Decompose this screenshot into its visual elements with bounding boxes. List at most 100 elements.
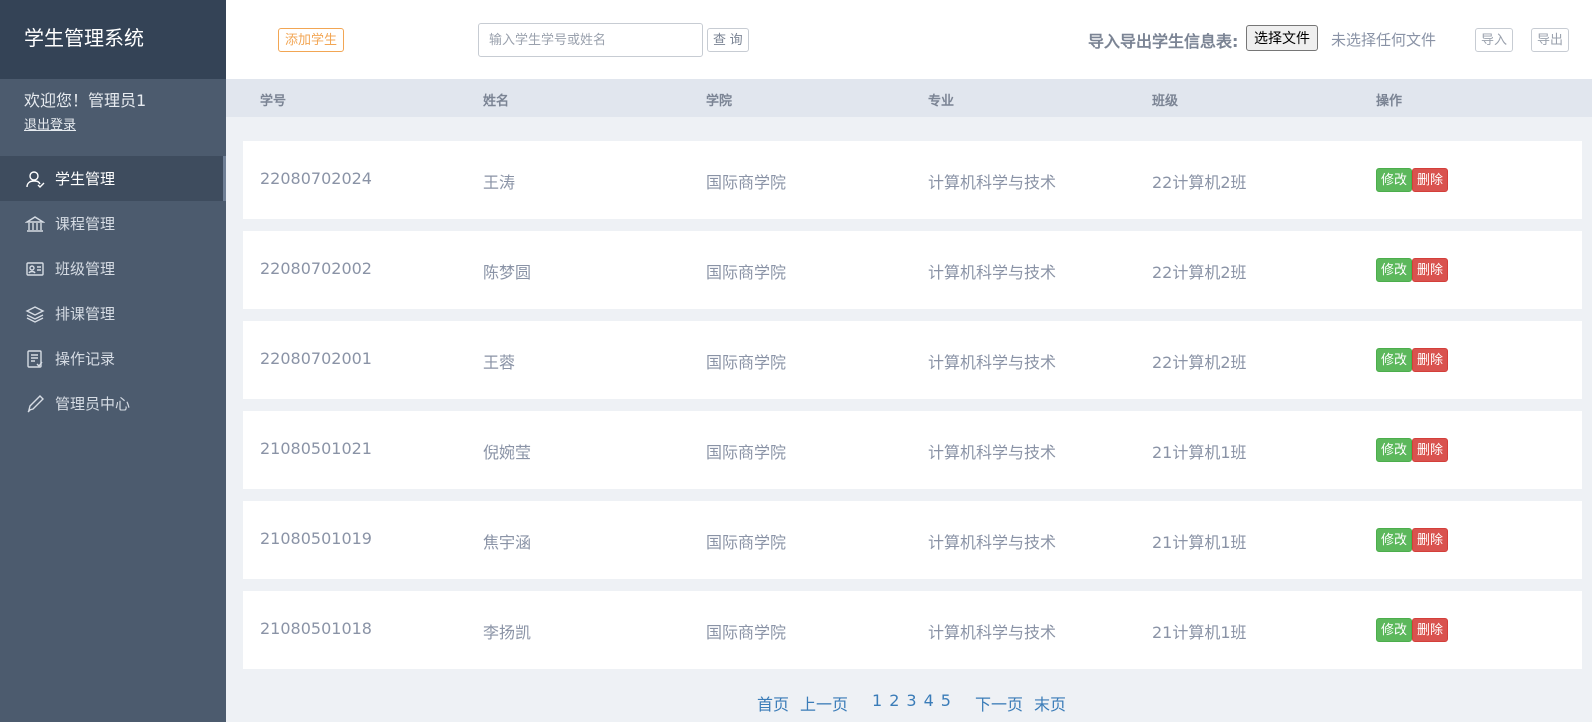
delete-button[interactable]: 删除: [1412, 528, 1449, 552]
cell-college: 国际商学院: [706, 353, 787, 372]
table-header: 学号 姓名 学院 专业 班级 操作: [226, 79, 1592, 117]
row-actions: 修改 删除: [1376, 528, 1449, 552]
table-row: 21080501019 焦宇涵 国际商学院 计算机科学与技术 21计算机1班 修…: [243, 501, 1582, 579]
search-input[interactable]: [478, 23, 703, 57]
export-button[interactable]: 导出: [1531, 28, 1570, 52]
id-card-icon: [25, 259, 45, 279]
cell-class: 22计算机2班: [1152, 173, 1247, 192]
header-class: 班级: [1152, 94, 1179, 109]
cell-id: 22080702002: [260, 259, 372, 278]
sidebar-item-log[interactable]: 操作记录: [0, 336, 226, 381]
welcome-text: 欢迎您！管理员1: [24, 91, 147, 110]
row-actions: 修改 删除: [1376, 258, 1449, 282]
sidebar-item-student[interactable]: 学生管理: [0, 156, 226, 201]
cell-college: 国际商学院: [706, 263, 787, 282]
cell-name: 王蓉: [483, 353, 516, 372]
sidebar-item-label: 操作记录: [55, 350, 116, 368]
cell-id: 21080501019: [260, 529, 372, 548]
edit-button[interactable]: 修改: [1376, 438, 1413, 462]
sidebar-item-label: 班级管理: [55, 260, 116, 278]
sidebar-item-label: 排课管理: [55, 305, 116, 323]
import-export-label: 导入导出学生信息表:: [1088, 32, 1239, 51]
header-actions: 操作: [1376, 94, 1403, 109]
first-page-link[interactable]: 首页: [757, 691, 789, 715]
row-actions: 修改 删除: [1376, 438, 1449, 462]
cell-college: 国际商学院: [706, 173, 787, 192]
table-row: 22080702001 王蓉 国际商学院 计算机科学与技术 22计算机2班 修改…: [243, 321, 1582, 399]
delete-button[interactable]: 删除: [1412, 348, 1449, 372]
cell-major: 计算机科学与技术: [928, 623, 1057, 642]
delete-button[interactable]: 删除: [1412, 258, 1449, 282]
edit-button[interactable]: 修改: [1376, 348, 1413, 372]
logout-link[interactable]: 退出登录: [24, 114, 76, 133]
add-student-button[interactable]: 添加学生: [278, 28, 345, 52]
cell-name: 倪婉莹: [483, 443, 532, 462]
cell-major: 计算机科学与技术: [928, 173, 1057, 192]
row-actions: 修改 删除: [1376, 348, 1449, 372]
header-name: 姓名: [483, 94, 510, 109]
table-row: 22080702002 陈梦圆 国际商学院 计算机科学与技术 22计算机2班 修…: [243, 231, 1582, 309]
cell-class: 22计算机2班: [1152, 263, 1247, 282]
cell-college: 国际商学院: [706, 533, 787, 552]
sidebar-item-class[interactable]: 班级管理: [0, 246, 226, 291]
cell-id: 21080501018: [260, 619, 372, 638]
sidebar-item-schedule[interactable]: 排课管理: [0, 291, 226, 336]
log-icon: [25, 349, 45, 369]
cell-id: 22080702024: [260, 169, 372, 188]
page-link[interactable]: 2: [889, 691, 899, 715]
welcome-panel: 欢迎您！管理员1 退出登录: [0, 79, 226, 156]
page-link[interactable]: 5: [941, 691, 951, 715]
cell-class: 21计算机1班: [1152, 623, 1247, 642]
cell-major: 计算机科学与技术: [928, 353, 1057, 372]
edit-button[interactable]: 修改: [1376, 618, 1413, 642]
cell-name: 李扬凯: [483, 623, 532, 642]
cell-id: 22080702001: [260, 349, 372, 368]
pen-icon: [25, 394, 45, 414]
cell-major: 计算机科学与技术: [928, 263, 1057, 282]
cell-major: 计算机科学与技术: [928, 533, 1057, 552]
cell-class: 21计算机1班: [1152, 443, 1247, 462]
cell-major: 计算机科学与技术: [928, 443, 1057, 462]
header-college: 学院: [706, 94, 733, 109]
cell-college: 国际商学院: [706, 443, 787, 462]
query-button[interactable]: 查 询: [707, 28, 749, 52]
sidebar-nav: 学生管理 课程管理 班级管理 排课管理 操作记录 管理员中心: [0, 156, 226, 426]
pagination: 首页 上一页 1 2 3 4 5 下一页 末页: [757, 691, 1066, 715]
last-page-link[interactable]: 末页: [1034, 691, 1066, 715]
import-button[interactable]: 导入: [1475, 28, 1514, 52]
next-page-link[interactable]: 下一页: [975, 691, 1023, 715]
page-link[interactable]: 1: [872, 691, 882, 715]
delete-button[interactable]: 删除: [1412, 438, 1449, 462]
sidebar-item-course[interactable]: 课程管理: [0, 201, 226, 246]
cell-name: 陈梦圆: [483, 263, 532, 282]
delete-button[interactable]: 删除: [1412, 168, 1449, 192]
toolbar: 添加学生 查 询 导入导出学生信息表: 选择文件 未选择任何文件 导入 导出: [226, 0, 1592, 79]
header-id: 学号: [260, 94, 287, 109]
table-row: 21080501021 倪婉莹 国际商学院 计算机科学与技术 21计算机1班 修…: [243, 411, 1582, 489]
page-link[interactable]: 4: [924, 691, 934, 715]
cell-college: 国际商学院: [706, 623, 787, 642]
prev-page-link[interactable]: 上一页: [800, 691, 848, 715]
cell-class: 21计算机1班: [1152, 533, 1247, 552]
sidebar: 学生管理系统 欢迎您！管理员1 退出登录 学生管理 课程管理 班级管理 排课管理…: [0, 0, 226, 722]
cell-id: 21080501021: [260, 439, 372, 458]
cell-name: 王涛: [483, 173, 516, 192]
choose-file-button[interactable]: 选择文件: [1246, 25, 1318, 51]
layers-icon: [25, 304, 45, 324]
sidebar-item-label: 课程管理: [55, 215, 116, 233]
row-actions: 修改 删除: [1376, 168, 1449, 192]
header-major: 专业: [928, 94, 955, 109]
table-row: 22080702024 王涛 国际商学院 计算机科学与技术 22计算机2班 修改…: [243, 141, 1582, 219]
page-link[interactable]: 3: [906, 691, 916, 715]
file-status: 未选择任何文件: [1331, 31, 1437, 49]
sidebar-item-label: 学生管理: [55, 170, 116, 188]
cell-class: 22计算机2班: [1152, 353, 1247, 372]
edit-button[interactable]: 修改: [1376, 528, 1413, 552]
edit-button[interactable]: 修改: [1376, 168, 1413, 192]
building-icon: [25, 214, 45, 234]
delete-button[interactable]: 删除: [1412, 618, 1449, 642]
table-row: 21080501018 李扬凯 国际商学院 计算机科学与技术 21计算机1班 修…: [243, 591, 1582, 669]
edit-button[interactable]: 修改: [1376, 258, 1413, 282]
sidebar-item-admin[interactable]: 管理员中心: [0, 381, 226, 426]
user-icon: [25, 169, 45, 189]
